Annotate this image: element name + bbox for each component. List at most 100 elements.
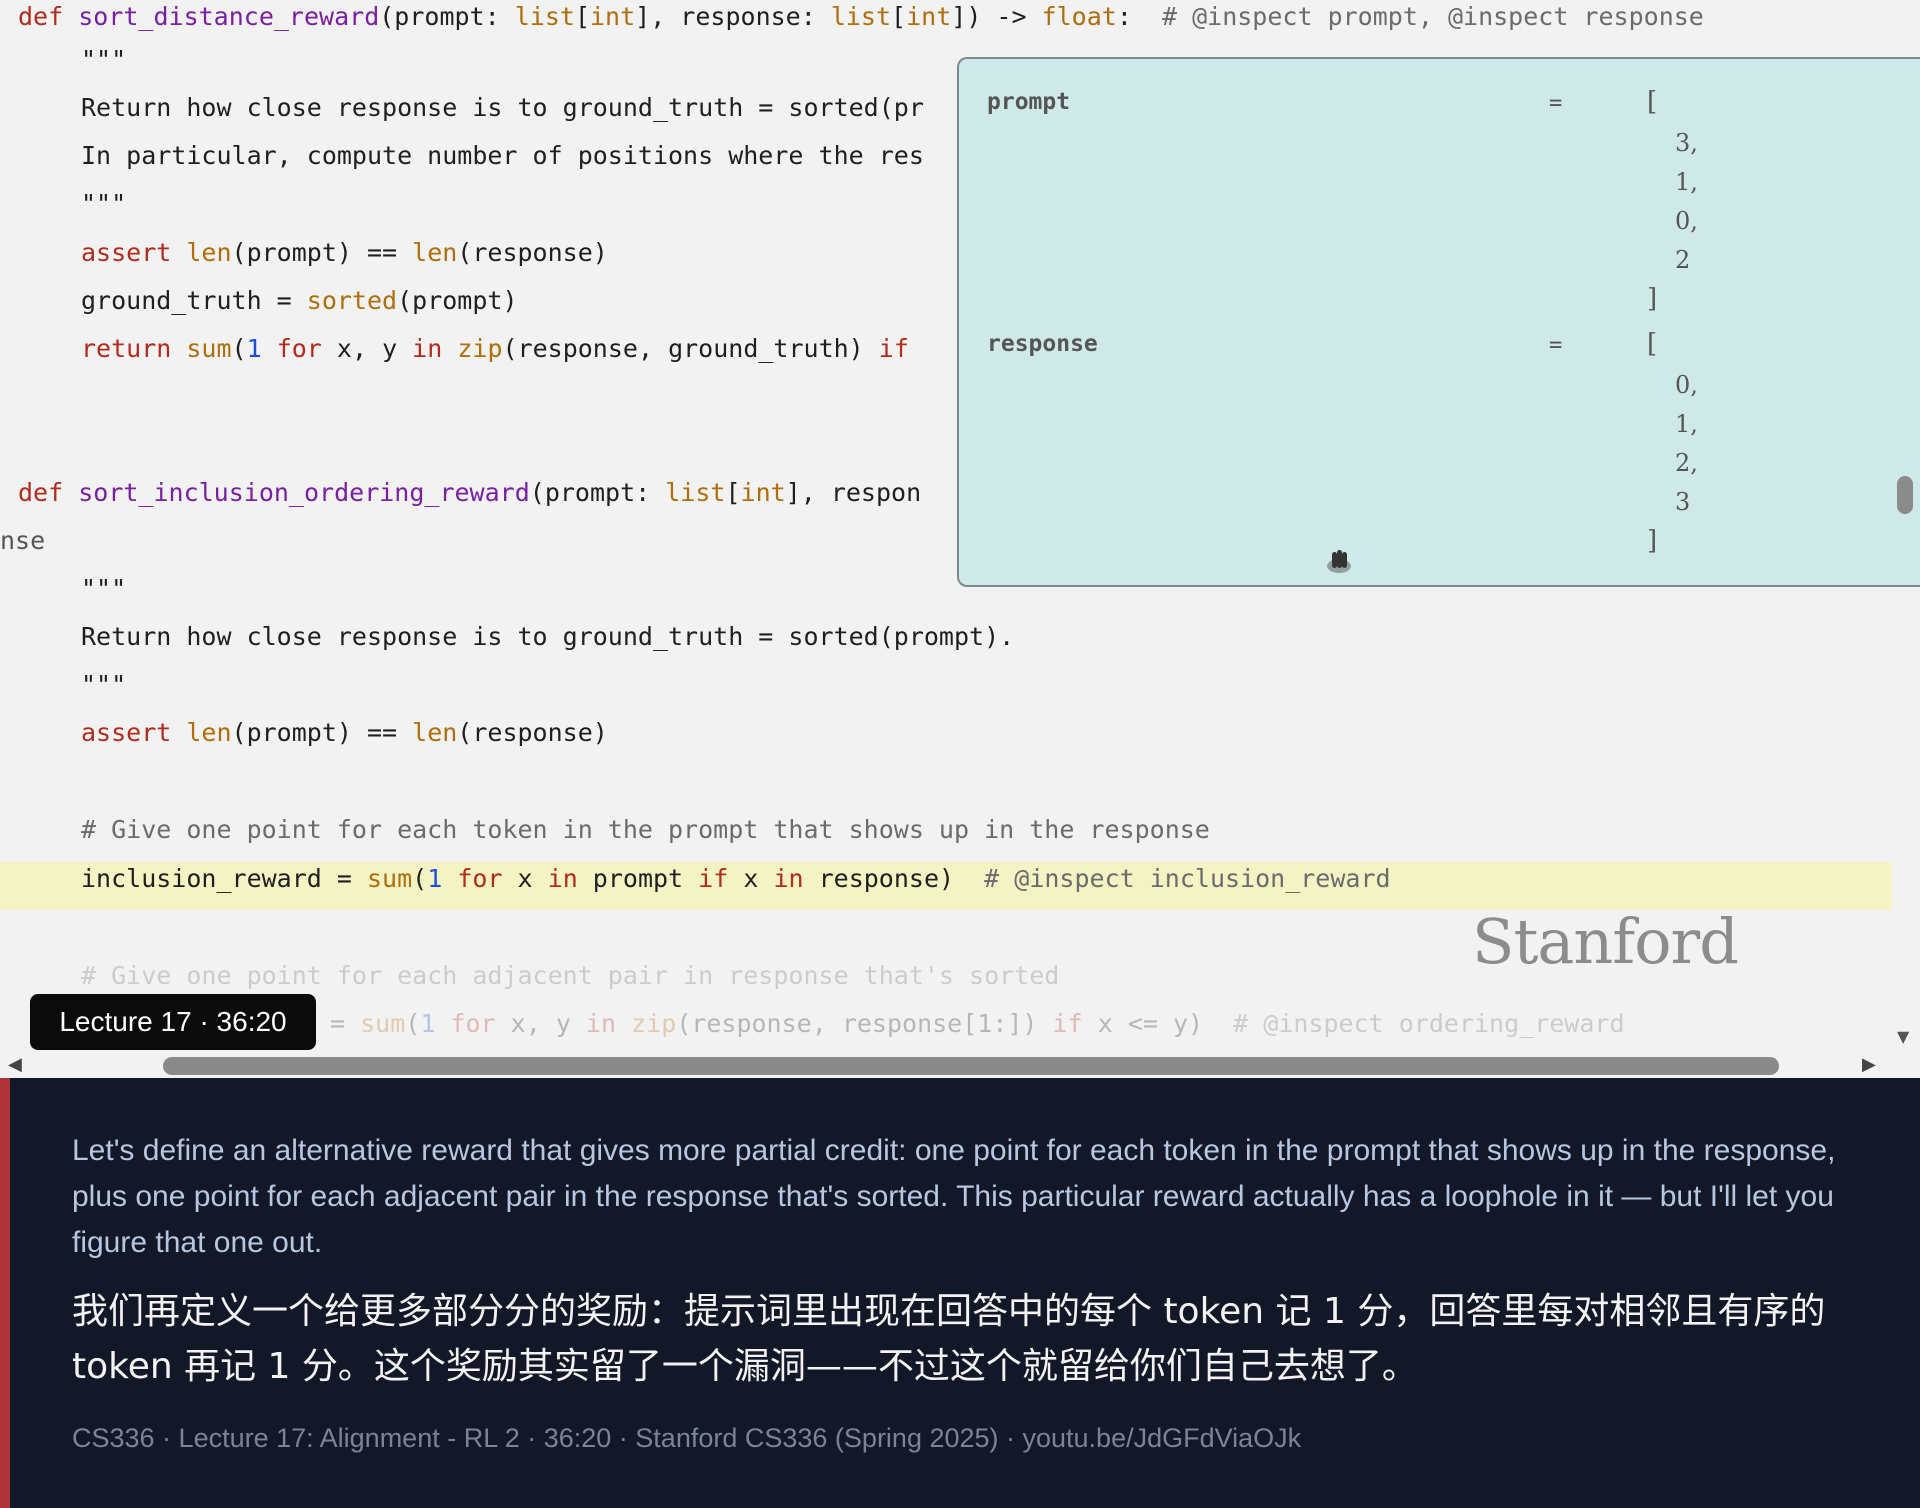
lecture-timestamp-badge: Lecture 17 · 36:20 (30, 994, 316, 1050)
scroll-left-arrow-icon[interactable]: ◀ (8, 1054, 22, 1075)
stanford-watermark: Stanford (1472, 905, 1739, 978)
docstring-quotes: """ (81, 670, 127, 699)
keyword: if (698, 864, 729, 893)
code-text: (prompt: (529, 478, 666, 507)
builtin-name: len (412, 238, 458, 267)
code-text: response) (803, 864, 985, 893)
scroll-down-arrow-icon[interactable]: ▼ (1897, 1027, 1909, 1046)
docstring-text: Return how close response is to ground_t… (81, 622, 1015, 651)
inspect-value: 1, (1675, 168, 1698, 196)
number-literal: 1 (420, 1009, 436, 1038)
inspect-equals: = (1549, 91, 1563, 116)
code-text: ( (231, 334, 247, 363)
code-text: = (330, 1009, 361, 1038)
inspect-popup: prompt = [ 3, 1, 0, 2 ] response = [ 0, … (957, 57, 1920, 587)
keyword: assert (81, 718, 187, 747)
horizontal-scrollbar-thumb[interactable] (163, 1057, 1779, 1075)
code-text: x (728, 864, 774, 893)
code-comment: # @inspect inclusion_reward (984, 864, 1391, 893)
builtin-name: len (186, 238, 232, 267)
builtin-name: sorted (306, 286, 398, 315)
inspect-value: 0, (1675, 371, 1698, 399)
inspect-value: 0, (1675, 207, 1698, 235)
type-name: list (830, 2, 892, 31)
number-literal: 1 (246, 334, 262, 363)
code-text: inclusion_reward = (81, 864, 367, 893)
code-text: x, y (321, 334, 413, 363)
type-name: int (740, 478, 786, 507)
code-text: prompt (577, 864, 699, 893)
code-text: [ (891, 2, 907, 31)
code-editor[interactable]: def sort_distance_reward(prompt: list[in… (0, 0, 1920, 1078)
keyword: in (773, 864, 804, 893)
wrapped-text: nse (0, 526, 46, 555)
caption-source-meta: CS336 · Lecture 17: Alignment - RL 2 · 3… (72, 1423, 1302, 1453)
code-text: (response, response[1:]) (676, 1009, 1053, 1038)
code-text: (prompt) (397, 286, 518, 315)
inspect-equals: = (1549, 333, 1563, 358)
caption-english: Let's define an alternative reward that … (72, 1134, 1836, 1259)
builtin-name: sum (360, 1009, 406, 1038)
keyword: assert (81, 238, 187, 267)
docstring-quotes: """ (81, 574, 127, 603)
code-text: x (502, 864, 548, 893)
type-name: int (906, 2, 952, 31)
code-text: (prompt) == (231, 718, 413, 747)
builtin-name: len (186, 718, 232, 747)
docstring-quotes: """ (81, 45, 127, 74)
scroll-right-arrow-icon[interactable]: ▶ (1862, 1054, 1876, 1075)
inspect-var-response: response (987, 331, 1098, 357)
keyword: def (18, 478, 64, 507)
code-text: ground_truth = (81, 286, 307, 315)
inspect-open-bracket: [ (1647, 87, 1658, 117)
keyword: def (18, 2, 64, 31)
code-text: (response) (457, 718, 608, 747)
code-text: (response, ground_truth) (502, 334, 879, 363)
keyword: if (1052, 1009, 1083, 1038)
keyword: in (412, 334, 443, 363)
docstring-text: In particular, compute number of positio… (81, 141, 924, 170)
vertical-scrollbar-thumb[interactable] (1897, 476, 1913, 514)
code-comment: # Give one point for each token in the p… (81, 815, 1210, 844)
code-text: (prompt: (379, 2, 515, 31)
code-text: (prompt) == (231, 238, 413, 267)
builtin-name: sum (366, 864, 413, 893)
type-name: float (1041, 2, 1117, 31)
builtin-name: zip (631, 1009, 677, 1038)
code-text: ], response: (635, 2, 831, 31)
keyword: for (442, 864, 503, 893)
code-comment: # @inspect prompt, @inspect response (1162, 2, 1704, 31)
inspect-var-prompt: prompt (987, 89, 1071, 115)
type-name: int (590, 2, 636, 31)
keyword: if (878, 334, 909, 363)
function-name: sort_inclusion_ordering_reward (78, 478, 530, 507)
code-line-inclusion-reward-current[interactable]: inclusion_reward = sum(1 for x in prompt… (0, 862, 1892, 910)
code-text: x, y (495, 1009, 586, 1038)
code-text: ]) -> (951, 2, 1042, 31)
docstring-text: Return how close response is to ground_t… (81, 93, 924, 122)
code-text: [ (574, 2, 590, 31)
inspect-close-bracket: ] (1647, 526, 1658, 556)
code-text: ], respon (785, 478, 922, 507)
builtin-name: zip (457, 334, 503, 363)
type-name: list (514, 2, 575, 31)
keyword: for (261, 334, 322, 363)
code-text: : (1116, 2, 1162, 31)
builtin-name: len (412, 718, 458, 747)
code-text: [ (725, 478, 741, 507)
keyword: return (81, 334, 187, 363)
inspect-close-bracket: ] (1647, 284, 1658, 314)
caption-accent-bar (0, 1078, 10, 1508)
number-literal: 1 (427, 864, 443, 893)
docstring-quotes: """ (81, 189, 127, 218)
code-text: x <= y) (1082, 1009, 1234, 1038)
builtin-name: sum (186, 334, 232, 363)
inspect-value: 3, (1675, 129, 1698, 157)
inspect-value: 1, (1675, 410, 1698, 438)
hand-cursor-icon (1327, 550, 1351, 573)
code-text: ( (405, 1009, 421, 1038)
inspect-value: 3 (1675, 488, 1691, 516)
caption-chinese: 我们再定义一个给更多部分分的奖励：提示词里出现在回答中的每个 token 记 1… (72, 1291, 1826, 1387)
